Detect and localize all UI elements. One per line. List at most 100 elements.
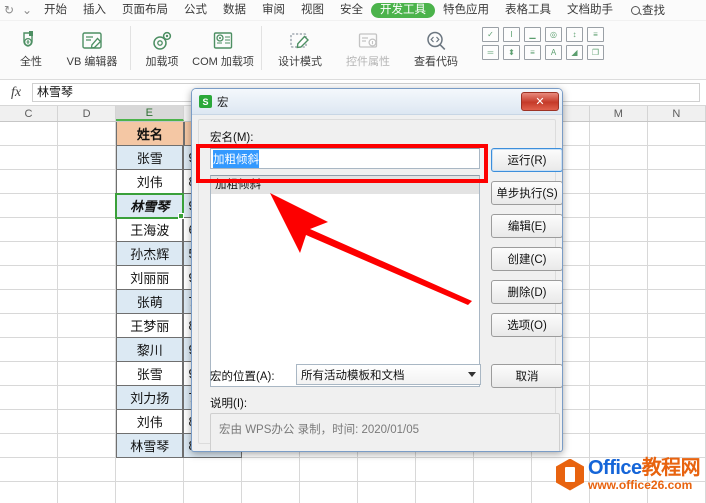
- column-header-m[interactable]: M: [589, 106, 648, 121]
- grid-cell[interactable]: [647, 122, 706, 146]
- delete-button[interactable]: 删除(D): [491, 280, 562, 304]
- grid-cell[interactable]: [0, 290, 59, 314]
- grid-cell[interactable]: [647, 242, 706, 266]
- grid-cell[interactable]: [531, 458, 590, 482]
- name-cell[interactable]: 孙杰辉: [116, 242, 184, 266]
- grid-cell[interactable]: [531, 482, 590, 503]
- tab-security[interactable]: 安全: [332, 2, 371, 18]
- grid-cell[interactable]: [0, 410, 59, 434]
- grid-cell[interactable]: [58, 122, 117, 146]
- textlabel-control-icon[interactable]: A: [545, 45, 562, 60]
- grid-cell[interactable]: [647, 194, 706, 218]
- grid-cell[interactable]: [58, 458, 117, 482]
- grid-cell[interactable]: [589, 242, 648, 266]
- grid-cell[interactable]: [0, 218, 59, 242]
- grid-cell[interactable]: [473, 482, 532, 503]
- grid-cell[interactable]: [589, 218, 648, 242]
- list-item[interactable]: 加粗倾斜: [211, 176, 479, 194]
- grid-cell[interactable]: [58, 314, 117, 338]
- tab-document-assistant[interactable]: 文档助手: [559, 2, 621, 18]
- name-cell[interactable]: 刘伟: [116, 170, 184, 194]
- grid-cell[interactable]: [357, 482, 416, 503]
- grid-cell[interactable]: [647, 362, 706, 386]
- redo-icon[interactable]: ↻: [0, 0, 18, 21]
- grid-cell[interactable]: [58, 218, 117, 242]
- grid-cell[interactable]: [0, 362, 59, 386]
- grid-cell[interactable]: [0, 314, 59, 338]
- grid-cell[interactable]: [589, 434, 648, 458]
- name-cell[interactable]: 张雪: [116, 362, 184, 386]
- image-control-icon[interactable]: ◢: [566, 45, 583, 60]
- tab-table-tools[interactable]: 表格工具: [497, 2, 559, 18]
- grid-cell[interactable]: [647, 314, 706, 338]
- grid-cell[interactable]: [0, 386, 59, 410]
- grid-cell[interactable]: [647, 170, 706, 194]
- grid-cell[interactable]: [0, 146, 59, 170]
- grid-cell[interactable]: [58, 290, 117, 314]
- grid-cell[interactable]: [58, 410, 117, 434]
- grid-cell[interactable]: [299, 482, 358, 503]
- scrollbar-control-icon[interactable]: ⬍: [503, 45, 520, 60]
- name-cell[interactable]: 刘力扬: [116, 386, 184, 410]
- option-button-control-icon[interactable]: ◎: [545, 27, 562, 42]
- name-cell[interactable]: 刘丽丽: [116, 266, 184, 290]
- tab-developer-tools[interactable]: 开发工具: [371, 2, 435, 18]
- grid-cell[interactable]: [589, 122, 648, 146]
- control-properties-button[interactable]: 控件属性: [334, 23, 402, 69]
- grid-cell[interactable]: [647, 218, 706, 242]
- grid-cell[interactable]: [299, 458, 358, 482]
- grid-cell[interactable]: [58, 434, 117, 458]
- grid-cell[interactable]: [415, 458, 474, 482]
- design-mode-button[interactable]: 设计模式: [266, 23, 334, 69]
- grid-cell[interactable]: [0, 242, 59, 266]
- grid-cell[interactable]: [589, 386, 648, 410]
- grid-cell[interactable]: [241, 482, 300, 503]
- com-addins-button[interactable]: COM 加载项: [189, 23, 257, 69]
- grid-cell[interactable]: [647, 458, 706, 482]
- macro-location-select[interactable]: 所有活动模板和文档: [296, 364, 481, 385]
- grid-cell[interactable]: [647, 434, 706, 458]
- grid-cell[interactable]: [647, 386, 706, 410]
- tab-featured-apps[interactable]: 特色应用: [435, 2, 497, 18]
- macro-list[interactable]: 加粗倾斜: [210, 175, 480, 387]
- grid-cell[interactable]: [589, 194, 648, 218]
- grid-cell[interactable]: [58, 386, 117, 410]
- grid-cell[interactable]: [0, 482, 59, 503]
- name-cell[interactable]: 张萌: [116, 290, 184, 314]
- grid-cell[interactable]: [589, 290, 648, 314]
- grid-cell[interactable]: [183, 482, 242, 503]
- description-box[interactable]: 宏由 WPS办公 录制，时间: 2020/01/05: [210, 413, 560, 451]
- options-button[interactable]: 选项(O): [491, 313, 562, 337]
- tab-insert[interactable]: 插入: [75, 2, 114, 18]
- grid-cell[interactable]: [415, 482, 474, 503]
- grid-cell[interactable]: [647, 146, 706, 170]
- tab-page-layout[interactable]: 页面布局: [114, 2, 176, 18]
- view-code-button[interactable]: 查看代码: [402, 23, 470, 69]
- name-cell[interactable]: 林雪琴: [116, 434, 184, 458]
- grid-cell[interactable]: [58, 170, 117, 194]
- table-header-name[interactable]: 姓名: [116, 122, 184, 146]
- grid-cell[interactable]: [647, 338, 706, 362]
- tab-home[interactable]: 开始: [36, 2, 75, 18]
- grid-cell[interactable]: [647, 266, 706, 290]
- cancel-button[interactable]: 取消: [491, 364, 562, 388]
- more-controls-icon[interactable]: ❐: [587, 45, 604, 60]
- grid-cell[interactable]: [116, 482, 184, 503]
- insert-function-icon[interactable]: fx: [0, 85, 32, 101]
- grid-cell[interactable]: [589, 410, 648, 434]
- close-icon[interactable]: ✕: [521, 92, 559, 111]
- grid-cell[interactable]: [357, 458, 416, 482]
- label-control-icon[interactable]: ▁: [524, 27, 541, 42]
- grid-cell[interactable]: [589, 458, 648, 482]
- grid-cell[interactable]: [58, 482, 117, 503]
- grid-cell[interactable]: [58, 266, 117, 290]
- search-button[interactable]: 查找: [631, 2, 665, 18]
- column-header-e[interactable]: E: [116, 106, 184, 121]
- grid-cell[interactable]: [58, 362, 117, 386]
- grid-cell[interactable]: [647, 482, 706, 503]
- spinner-control-icon[interactable]: ↕: [566, 27, 583, 42]
- grid-cell[interactable]: [589, 146, 648, 170]
- grid-cell[interactable]: [589, 314, 648, 338]
- macro-name-input[interactable]: 加粗倾斜: [210, 148, 480, 169]
- vb-editor-button[interactable]: VB 编辑器: [58, 23, 126, 69]
